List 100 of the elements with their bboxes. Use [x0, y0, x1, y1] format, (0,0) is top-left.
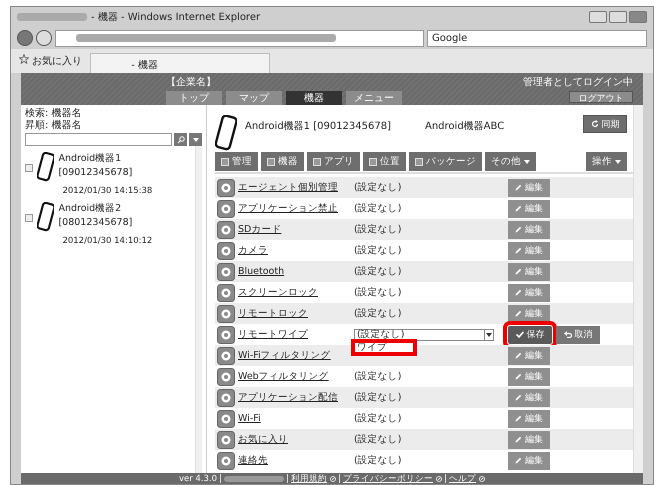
setting-value: (設定なし) — [354, 182, 402, 193]
check-icon — [516, 331, 524, 338]
select-field[interactable]: (設定なし) — [354, 328, 494, 340]
blurred-text — [224, 476, 284, 482]
pencil-icon — [515, 184, 522, 191]
refresh-icon — [590, 120, 598, 128]
search-field[interactable]: Google — [427, 30, 647, 46]
external-link-icon — [436, 476, 442, 482]
setting-link[interactable]: リモートワイプ — [238, 328, 308, 341]
tab-icon — [369, 158, 377, 166]
setting-value: (設定なし) — [354, 455, 402, 466]
setting-icon — [217, 326, 235, 344]
setting-value: (設定なし) — [354, 434, 402, 445]
checkbox[interactable] — [25, 164, 33, 172]
setting-icon — [217, 410, 235, 428]
setting-value: (設定なし) — [354, 392, 402, 403]
tab-icon — [313, 158, 321, 166]
toolbar-tab[interactable]: アプリ — [307, 152, 360, 171]
nav-tab[interactable]: トップ — [166, 91, 222, 105]
setting-icon — [217, 220, 235, 238]
actions-menu-button[interactable]: 操作 — [586, 152, 627, 171]
toolbar-tab[interactable]: 位置 — [363, 152, 406, 171]
footer-link[interactable]: プライバシーポリシー — [343, 472, 434, 484]
setting-value: (設定なし) — [354, 224, 402, 235]
cancel-button[interactable]: 取消 — [556, 326, 600, 344]
save-button[interactable]: 保存 — [508, 326, 552, 344]
pencil-icon — [515, 352, 522, 359]
toolbar-tab[interactable]: その他 — [485, 152, 536, 171]
setting-value: (設定なし) — [354, 308, 402, 319]
search-input[interactable] — [25, 133, 172, 146]
pencil-icon — [515, 205, 522, 212]
toolbar-tab[interactable]: 機器 — [261, 152, 304, 171]
nav-tab[interactable]: メニュー — [346, 91, 402, 105]
footer-link[interactable]: ヘルプ — [449, 472, 476, 484]
setting-value: (設定なし) — [354, 371, 402, 382]
device-name: Android機器1 [09012345678] — [245, 120, 391, 133]
setting-icon — [217, 284, 235, 302]
maximize-button[interactable] — [609, 11, 627, 23]
nav-tab[interactable]: マップ — [226, 91, 282, 105]
forward-button[interactable] — [36, 30, 52, 46]
setting-value: (設定なし) — [354, 413, 402, 424]
window-title: - 機器 - Windows Internet Explorer — [91, 10, 260, 24]
tab-icon — [221, 158, 229, 166]
sort-label: 昇順: 機器名 — [25, 120, 83, 132]
pencil-icon — [515, 436, 522, 443]
caret-icon — [486, 332, 492, 336]
setting-icon — [217, 430, 235, 448]
setting-icon — [217, 200, 235, 218]
nav-tab[interactable]: 機器 — [286, 91, 342, 105]
star-icon — [19, 54, 29, 64]
toolbar-tab[interactable]: パッケージ — [409, 152, 482, 171]
pencil-icon — [515, 289, 522, 296]
caret-icon — [615, 160, 621, 164]
pencil-icon — [515, 226, 522, 233]
checkbox[interactable] — [25, 214, 33, 222]
minimize-button[interactable] — [589, 11, 607, 23]
setting-value: (設定なし) — [354, 266, 402, 277]
back-button[interactable] — [17, 30, 33, 46]
pencil-icon — [515, 394, 522, 401]
tab-icon — [415, 158, 423, 166]
external-link-icon — [330, 476, 336, 482]
address-field[interactable] — [55, 30, 424, 46]
login-status: 管理者としてログイン中 — [523, 76, 633, 89]
pencil-icon — [515, 457, 522, 464]
setting-icon — [217, 178, 235, 196]
device-model: Android機器ABC — [425, 120, 504, 133]
undo-arrow-icon — [564, 331, 572, 338]
toolbar-tab[interactable]: 管理 — [215, 152, 258, 171]
blurred-text — [17, 13, 87, 21]
setting-icon — [217, 242, 235, 260]
phone-icon — [36, 152, 54, 182]
pencil-icon — [515, 310, 522, 317]
dropdown-button[interactable] — [189, 133, 202, 146]
caret-icon — [524, 160, 530, 164]
setting-icon — [217, 346, 235, 364]
device-name[interactable]: Android機器2 [08012345678] — [58, 202, 195, 230]
search-button[interactable] — [174, 133, 187, 146]
setting-value: (設定なし) — [354, 245, 402, 256]
tab-icon — [267, 158, 275, 166]
sync-button[interactable]: 同期 — [583, 115, 627, 133]
browser-tab[interactable]: - 機器 — [90, 53, 270, 73]
device-date: 2012/01/30 14:10:12 — [61, 235, 154, 246]
footer-link[interactable]: 利用規約 — [291, 472, 328, 484]
phone-icon — [36, 202, 54, 232]
logout-button[interactable]: ログアウト — [569, 91, 633, 103]
company-name: 【企業名】 — [166, 76, 216, 89]
pencil-icon — [515, 373, 522, 380]
pencil-icon — [515, 415, 522, 422]
setting-icon — [217, 304, 235, 322]
setting-value: (設定なし) — [354, 287, 402, 298]
device-name[interactable]: Android機器1 [09012345678] — [58, 152, 195, 180]
external-link-icon — [479, 476, 486, 482]
pencil-icon — [515, 268, 522, 275]
device-date: 2012/01/30 14:15:38 — [61, 185, 154, 196]
pencil-icon — [515, 247, 522, 254]
setting-icon — [217, 388, 235, 406]
favorites-button[interactable]: お気に入り — [19, 54, 82, 68]
setting-icon — [217, 368, 235, 386]
version-text: ver 4.3.0 — [178, 474, 218, 484]
setting-value: (設定なし) — [354, 203, 402, 214]
